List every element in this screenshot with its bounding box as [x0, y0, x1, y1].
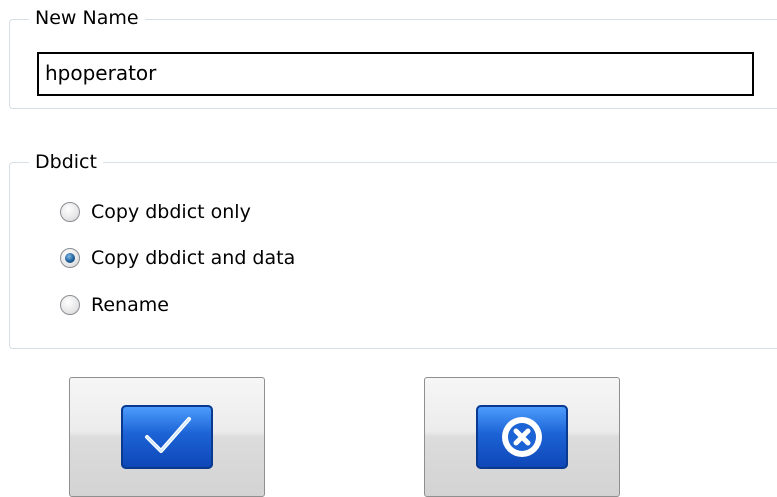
dbdict-legend: Dbdict	[29, 151, 103, 173]
radio-label[interactable]: Rename	[91, 293, 169, 317]
radio-button[interactable]	[60, 248, 80, 268]
radio-copy-dbdict-and-data[interactable]: Copy dbdict and data	[60, 243, 295, 273]
cancel-x-icon	[476, 405, 568, 469]
radio-button[interactable]	[60, 202, 80, 222]
cancel-button[interactable]	[424, 377, 620, 497]
radio-button[interactable]	[60, 295, 80, 315]
checkmark-icon	[121, 405, 213, 469]
radio-copy-dbdict-only[interactable]: Copy dbdict only	[60, 197, 251, 227]
new-name-input[interactable]: hpoperator	[37, 52, 754, 96]
radio-label[interactable]: Copy dbdict only	[91, 200, 251, 224]
ok-button[interactable]	[69, 377, 265, 497]
new-name-legend: New Name	[29, 7, 145, 29]
radio-label[interactable]: Copy dbdict and data	[91, 246, 295, 270]
radio-rename[interactable]: Rename	[60, 290, 169, 320]
